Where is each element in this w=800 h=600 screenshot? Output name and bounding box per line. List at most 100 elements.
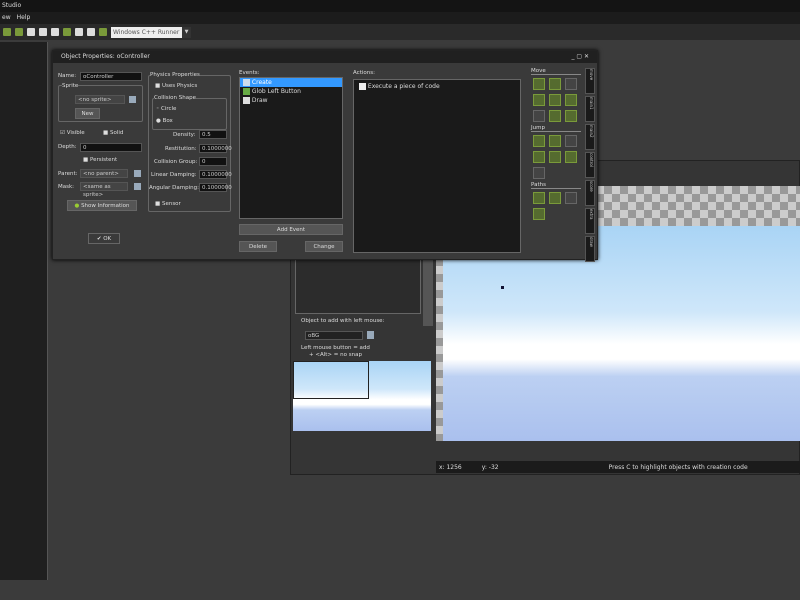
solid-checkbox[interactable]: ■ Solid	[103, 130, 123, 136]
path-action-icon[interactable]	[549, 192, 561, 204]
jump-action-icon[interactable]	[533, 135, 545, 147]
move-action-icon[interactable]	[565, 78, 577, 90]
move-action-icon[interactable]	[533, 78, 545, 90]
change-event-button[interactable]: Change	[305, 241, 343, 252]
trash-icon[interactable]	[39, 28, 47, 36]
instance-marker[interactable]	[501, 286, 504, 289]
restitution-field[interactable]: 0.1000000	[199, 144, 232, 153]
new-sprite-button[interactable]: New	[75, 108, 100, 119]
action-label: Execute a piece of code	[367, 83, 440, 90]
resource-tree[interactable]	[0, 42, 48, 580]
window-icon[interactable]	[75, 28, 83, 36]
move-action-icon[interactable]	[549, 94, 561, 106]
debug-icon[interactable]	[99, 28, 107, 36]
density-field[interactable]: 0.5	[199, 130, 227, 139]
tab-main1[interactable]: main1	[585, 96, 595, 122]
window-title: Object Properties: oController	[61, 53, 150, 60]
events-list[interactable]: Create Glob Left Button Draw	[239, 77, 343, 219]
menu-view[interactable]: ew	[2, 14, 11, 21]
actions-list[interactable]: Execute a piece of code	[353, 79, 521, 253]
move-action-icon[interactable]	[549, 78, 561, 90]
ok-button[interactable]: ✔ OK	[88, 233, 120, 244]
name-field[interactable]: oController	[80, 72, 142, 81]
uses-physics-checkbox[interactable]: ■ Uses Physics	[155, 83, 197, 89]
add-event-button[interactable]: Add Event	[239, 224, 343, 235]
info-icon[interactable]	[51, 28, 59, 36]
section-jump: Jump	[531, 125, 581, 132]
tab-score[interactable]: score	[585, 180, 595, 206]
menu-help[interactable]: Help	[17, 14, 31, 21]
window-controls[interactable]: _ ▢ ✕	[571, 53, 589, 61]
menu-bar: ew Help	[0, 12, 800, 24]
move-action-icon[interactable]	[565, 110, 577, 122]
sensor-checkbox[interactable]: ■ Sensor	[155, 201, 181, 207]
title-bar: Studio	[0, 0, 800, 12]
collision-group-field[interactable]: 0	[199, 157, 227, 166]
move-action-icon[interactable]	[533, 94, 545, 106]
y-coord: y: -32	[481, 463, 499, 471]
box-label: Box	[162, 118, 173, 124]
move-action-icon[interactable]	[533, 110, 545, 122]
mouse-icon	[243, 88, 250, 95]
path-action-icon[interactable]	[565, 192, 577, 204]
visible-label: Visible	[66, 130, 85, 136]
mask-field[interactable]: <same as sprite>	[80, 182, 128, 198]
jump-action-icon[interactable]	[549, 135, 561, 147]
sprite-field[interactable]: <no sprite>	[75, 95, 125, 104]
check-icon[interactable]	[15, 28, 23, 36]
ok-label: OK	[103, 236, 112, 242]
event-create[interactable]: Create	[240, 78, 342, 87]
chevron-down-icon[interactable]: ▼	[182, 26, 191, 38]
object-picker-icon[interactable]	[367, 331, 374, 339]
tab-move[interactable]: move	[585, 68, 595, 94]
event-draw[interactable]: Draw	[240, 96, 342, 105]
jump-action-icon[interactable]	[533, 151, 545, 163]
parent-label: Parent:	[58, 171, 78, 177]
circle-radio[interactable]: ◦ Circle	[156, 106, 176, 112]
path-action-icon[interactable]	[533, 192, 545, 204]
event-glob-left-button[interactable]: Glob Left Button	[240, 87, 342, 96]
lightbulb-icon	[243, 79, 250, 86]
show-information-button[interactable]: ● Show Information	[67, 200, 137, 211]
parent-field[interactable]: <no parent>	[80, 169, 128, 178]
status-hint: Press C to highlight objects with creati…	[608, 463, 748, 471]
jump-action-icon[interactable]	[533, 167, 545, 179]
depth-field[interactable]: 0	[80, 143, 142, 152]
tab-draw[interactable]: draw	[585, 236, 595, 262]
visible-checkbox[interactable]: ☑ Visible	[60, 130, 85, 136]
save-icon[interactable]	[3, 28, 11, 36]
event-label: Draw	[251, 97, 268, 104]
target-dropdown[interactable]: Windows C++ Runner ▼	[111, 26, 191, 38]
move-action-icon[interactable]	[565, 94, 577, 106]
actions-label: Actions:	[353, 70, 375, 76]
linear-damping-label: Linear Damping:	[151, 172, 197, 178]
persistent-checkbox[interactable]: ■ Persistent	[83, 157, 117, 163]
action-execute-code[interactable]: Execute a piece of code	[354, 80, 520, 93]
angular-damping-field[interactable]: 0.1000000	[199, 183, 232, 192]
list-icon[interactable]	[87, 28, 95, 36]
window-title-bar[interactable]: Object Properties: oController _ ▢ ✕	[53, 51, 597, 63]
move-action-icon[interactable]	[549, 110, 561, 122]
jump-action-icon[interactable]	[565, 135, 577, 147]
mask-picker-icon[interactable]	[134, 183, 141, 190]
run-icon[interactable]	[63, 28, 71, 36]
document-icon[interactable]	[27, 28, 35, 36]
app-title: Studio	[2, 2, 22, 9]
object-to-add-field[interactable]: oBG	[305, 331, 363, 340]
tab-control[interactable]: control	[585, 152, 595, 178]
parent-picker-icon[interactable]	[134, 170, 141, 177]
section-paths: Paths	[531, 182, 581, 189]
jump-action-icon[interactable]	[565, 151, 577, 163]
path-action-icon[interactable]	[533, 208, 545, 220]
solid-label: Solid	[109, 130, 124, 136]
delete-event-button[interactable]: Delete	[239, 241, 277, 252]
tab-main2[interactable]: main2	[585, 124, 595, 150]
density-label: Density:	[173, 132, 196, 138]
box-radio[interactable]: ● Box	[156, 118, 173, 124]
minimap-viewport[interactable]	[293, 361, 369, 399]
linear-damping-field[interactable]: 0.1000000	[199, 170, 232, 179]
tab-extra[interactable]: extra	[585, 208, 595, 234]
sprite-picker-icon[interactable]	[129, 96, 136, 103]
jump-action-icon[interactable]	[549, 151, 561, 163]
action-palette: Move Jump Paths	[531, 68, 583, 248]
